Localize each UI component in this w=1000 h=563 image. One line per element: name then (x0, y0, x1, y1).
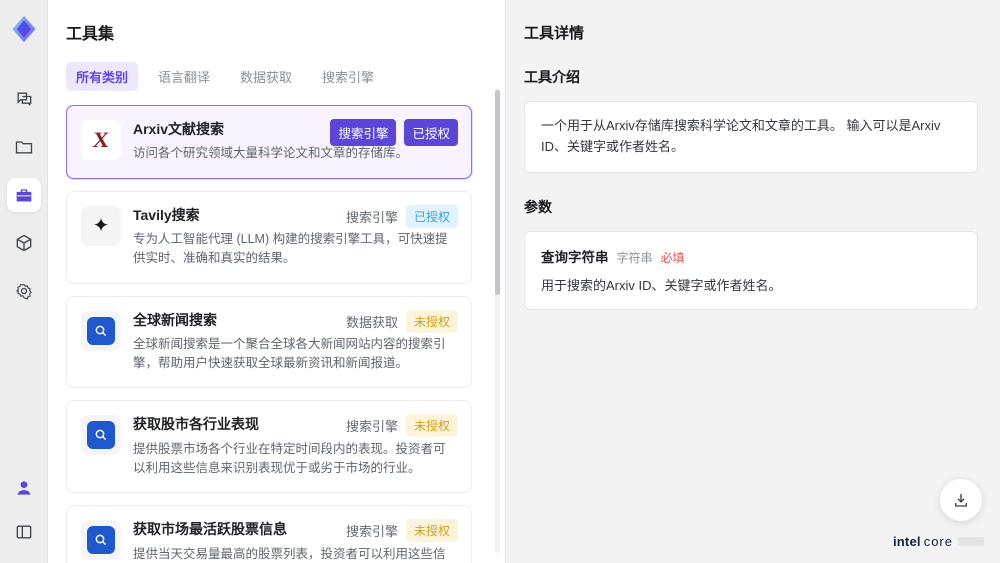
category-label: 搜索引擎 (345, 524, 398, 540)
tool-tags: 搜索引擎 未授权 (345, 519, 458, 543)
category-tabs: 所有类别 语言翻译 数据获取 搜索引擎 (66, 62, 482, 91)
stock-sector-icon (81, 415, 121, 456)
params-heading: 参数 (524, 198, 552, 215)
tool-card-global-news[interactable]: 全球新闻搜索 全球新闻搜索是一个聚合全球各大新闻网站内容的搜索引擎，帮助用户快速… (66, 295, 472, 389)
param-required-label: 必填 (660, 250, 685, 265)
toolset-panel: 工具集 所有类别 语言翻译 数据获取 搜索引擎 X Arxiv文献搜索 访问各个… (48, 0, 500, 563)
rail-nav (6, 82, 41, 308)
tool-description: 访问各个研究领域大量科学论文和文章的存储库。 (133, 146, 409, 161)
download-icon (955, 494, 967, 507)
category-badge: 搜索引擎 (330, 119, 397, 146)
brand-suffix-badge (958, 537, 984, 546)
status-badge: 已授权 (405, 204, 458, 228)
sidebar-item-tools[interactable] (6, 178, 41, 212)
tool-card-arxiv[interactable]: X Arxiv文献搜索 访问各个研究领域大量科学论文和文章的存储库。 搜索引擎 … (66, 105, 472, 179)
status-badge: 未授权 (405, 309, 458, 333)
news-search-icon (81, 310, 121, 351)
status-badge: 已授权 (404, 119, 458, 146)
tool-tags: 搜索引擎 已授权 (345, 204, 458, 228)
chat-icon (16, 92, 31, 106)
tool-card-active-stock[interactable]: 获取市场最活跃股票信息 提供当天交易量最高的股票列表，投资者可以利用这些信息来识… (66, 505, 472, 563)
category-label: 搜索引擎 (345, 209, 398, 225)
download-button[interactable] (940, 479, 982, 521)
sidebar-item-packages[interactable] (7, 226, 41, 260)
toolbox-icon (16, 189, 31, 202)
tool-card-stock-sector[interactable]: 获取股市各行业表现 提供股票市场各个行业在特定时间段内的表现。投资者可以利用这些… (66, 400, 472, 494)
panel-toggle-icon (16, 525, 31, 539)
category-label: 数据获取 (345, 314, 398, 330)
user-icon (16, 481, 31, 495)
app-logo[interactable] (7, 12, 41, 46)
collapse-panel-button[interactable] (7, 515, 41, 549)
param-name: 查询字符串 (541, 249, 609, 265)
tool-description: 提供当天交易量最高的股票列表，投资者可以利用这些信息来识别流动性强的股票和潜在的… (133, 546, 446, 561)
folder-icon (15, 141, 32, 154)
tool-tags: 数据获取 未授权 (345, 309, 458, 333)
brand-intel: intel (892, 534, 921, 549)
intro-card: 一个用于从Arxiv存储库搜索科学论文和文章的工具。 输入可以是Arxiv ID… (524, 101, 978, 173)
status-badge: 未授权 (405, 519, 458, 543)
param-type: 字符串 (616, 250, 653, 265)
tool-tags: 搜索引擎 未授权 (345, 414, 458, 438)
tool-list: X Arxiv文献搜索 访问各个研究领域大量科学论文和文章的存储库。 搜索引擎 … (66, 105, 482, 563)
user-avatar-button[interactable] (7, 471, 41, 505)
param-description: 用于搜索的Arxiv ID、关键字或作者姓名。 (541, 277, 782, 293)
intro-text: 一个用于从Arxiv存储库搜索科学论文和文章的工具。 输入可以是Arxiv ID… (541, 118, 941, 154)
tab-language-translation[interactable]: 语言翻译 (148, 62, 220, 91)
tab-data-fetch[interactable]: 数据获取 (230, 62, 302, 91)
param-card: 查询字符串 字符串 必填 用于搜索的Arxiv ID、关键字或作者姓名。 (524, 230, 978, 311)
left-rail (0, 0, 48, 563)
intel-core-logo: intel core (893, 534, 984, 549)
list-scrollbar[interactable] (495, 88, 500, 553)
tool-details-panel: 工具详情 工具介绍 一个用于从Arxiv存储库搜索科学论文和文章的工具。 输入可… (505, 0, 1000, 563)
logo-icon (12, 15, 35, 43)
tool-description: 专为人工智能代理 (LLM) 构建的搜索引擎工具，可快速提供实时、准确和真实的结… (133, 231, 448, 266)
sidebar-item-files[interactable] (7, 130, 41, 164)
intro-heading: 工具介绍 (524, 69, 580, 85)
sparkle-icon: ✦ (81, 205, 121, 246)
tool-description: 全球新闻搜索是一个聚合全球各大新闻网站内容的搜索引擎，帮助用户快速获取全球最新资… (133, 336, 446, 371)
page-title: 工具集 (66, 26, 115, 43)
tool-description: 提供股票市场各个行业在特定时间段内的表现。投资者可以利用这些信息来识别表现优于或… (133, 441, 446, 475)
active-stock-icon (81, 520, 121, 561)
settings-icon (15, 283, 32, 300)
cube-icon (16, 234, 31, 252)
sidebar-item-settings[interactable] (7, 274, 41, 308)
arxiv-icon: X (81, 120, 121, 160)
details-title: 工具详情 (524, 25, 585, 42)
scrollbar-thumb[interactable] (495, 90, 500, 295)
tab-all-categories[interactable]: 所有类别 (66, 62, 139, 91)
sidebar-item-chat[interactable] (7, 82, 41, 116)
category-label: 搜索引擎 (345, 419, 398, 435)
tool-card-tavily[interactable]: ✦ Tavily搜索 专为人工智能代理 (LLM) 构建的搜索引擎工具，可快速提… (66, 190, 472, 284)
status-badge: 未授权 (405, 414, 458, 438)
tool-tags: 搜索引擎 已授权 (330, 119, 458, 146)
rail-bottom (7, 471, 41, 549)
tab-search-engine[interactable]: 搜索引擎 (312, 62, 384, 91)
brand-core: core (923, 534, 953, 549)
